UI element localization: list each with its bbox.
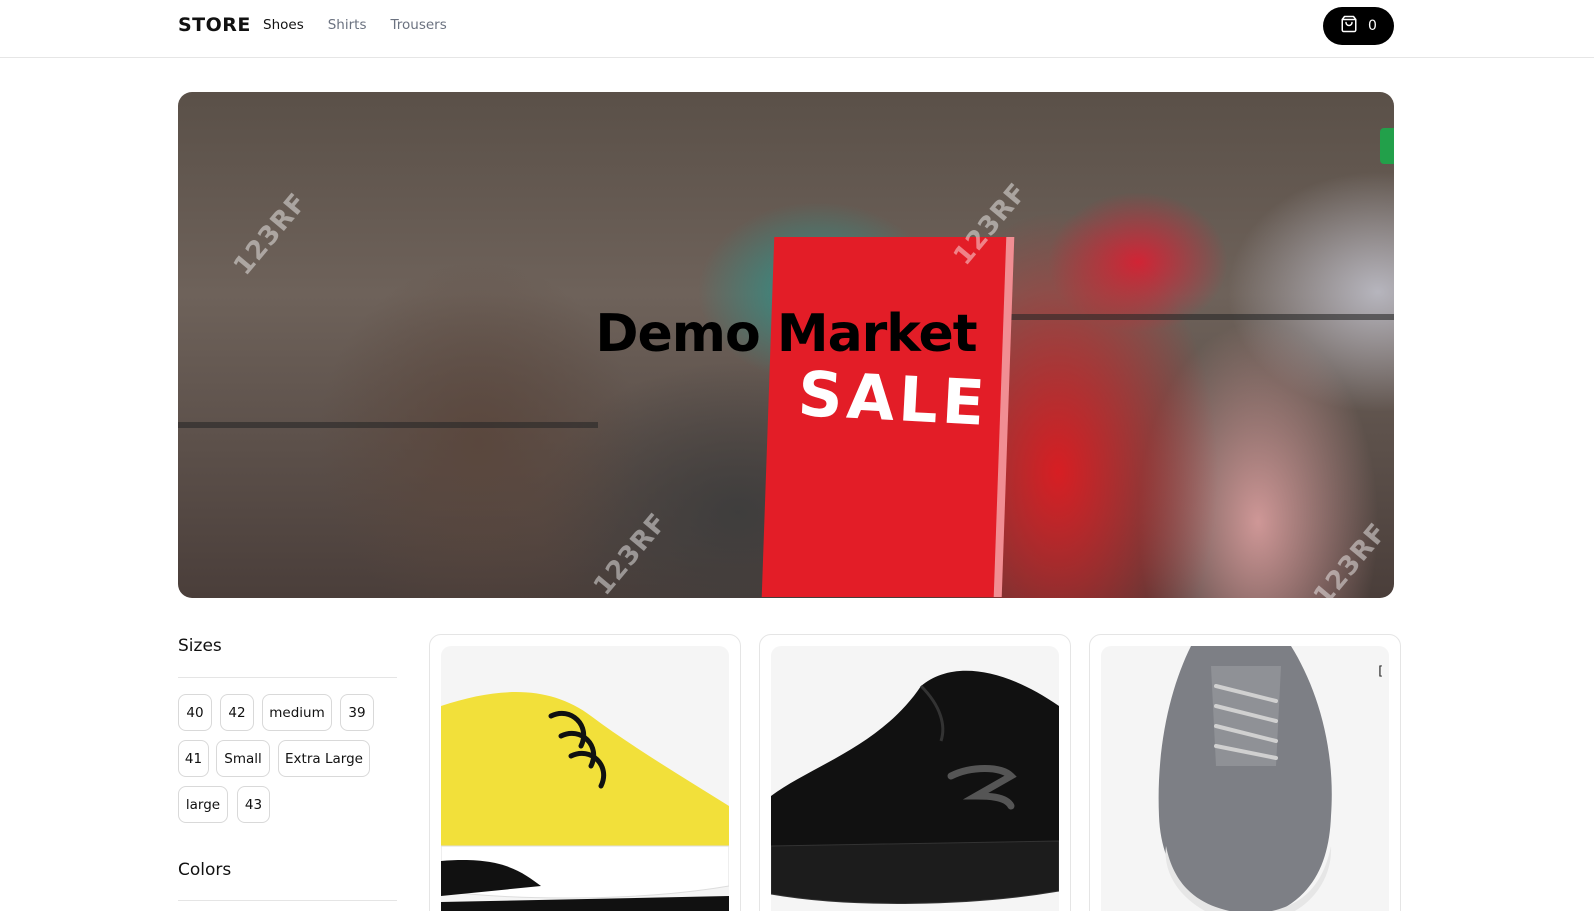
nav-link-shoes[interactable]: Shoes xyxy=(263,17,304,33)
watermark-text: 123RF xyxy=(588,507,674,598)
card-corner-text: [ xyxy=(1378,664,1383,678)
product-card[interactable] xyxy=(759,634,1071,911)
size-chip[interactable]: Small xyxy=(216,740,270,777)
size-chip[interactable]: 40 xyxy=(178,694,212,731)
cart-button[interactable]: 0 xyxy=(1323,7,1394,45)
product-card[interactable] xyxy=(429,634,741,911)
clothes-rail xyxy=(178,422,598,428)
nav-link-shirts[interactable]: Shirts xyxy=(328,17,367,33)
top-navbar: STORE Shoes Shirts Trousers 0 xyxy=(0,0,1594,58)
watermark-text: 123RF xyxy=(228,187,314,282)
category-nav: Shoes Shirts Trousers xyxy=(263,17,447,33)
store-logo[interactable]: STORE xyxy=(178,14,251,36)
sizes-heading: Sizes xyxy=(178,636,222,656)
filter-divider xyxy=(178,677,397,678)
size-chip[interactable]: large xyxy=(178,786,228,823)
green-tab xyxy=(1380,128,1394,164)
size-chip[interactable]: Extra Large xyxy=(278,740,370,777)
hero-title: Demo Market xyxy=(595,304,977,364)
colors-heading: Colors xyxy=(178,860,232,880)
sale-sign-text: SALE xyxy=(796,357,991,440)
hero-banner: SALE 123RF 123RF 123RF 123RF Demo Market xyxy=(178,92,1394,598)
yellow-sneaker-image xyxy=(441,646,729,911)
size-chip[interactable]: 41 xyxy=(178,740,209,777)
size-chip[interactable]: 39 xyxy=(340,694,374,731)
filter-divider xyxy=(178,900,397,901)
size-chip[interactable]: 42 xyxy=(220,694,254,731)
shopping-bag-icon xyxy=(1340,15,1358,37)
black-sneaker-image xyxy=(771,646,1059,911)
size-chip[interactable]: 43 xyxy=(237,786,270,823)
nav-link-trousers[interactable]: Trousers xyxy=(391,17,447,33)
grey-sneaker-image: [ xyxy=(1101,646,1389,911)
size-chip[interactable]: medium xyxy=(262,694,332,731)
product-card[interactable]: [ xyxy=(1089,634,1401,911)
cart-count: 0 xyxy=(1368,18,1377,34)
watermark-text: 123RF xyxy=(1308,517,1394,598)
